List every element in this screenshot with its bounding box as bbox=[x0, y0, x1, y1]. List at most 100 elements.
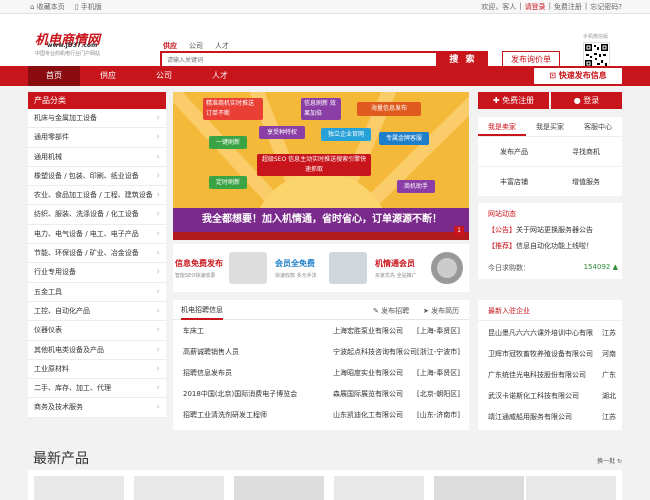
banner-card: 独立企业官网 bbox=[321, 128, 371, 141]
category-item[interactable]: 二手、库存、加工、代理 bbox=[28, 379, 166, 399]
auth-buttons: ✚ 免费注册 ● 登录 bbox=[478, 92, 622, 109]
job-row[interactable]: 招聘信息发布员 上海昭度实业有限公司 [上海-奉贤区] bbox=[173, 362, 469, 383]
value-added-link[interactable]: 增值服务 bbox=[550, 167, 622, 197]
nav-supply[interactable]: 供应 bbox=[82, 66, 134, 86]
tab-buyer[interactable]: 我是买家 bbox=[526, 117, 574, 136]
search-input[interactable] bbox=[162, 53, 436, 67]
find-opportunity-link[interactable]: 寻找商机 bbox=[550, 137, 622, 167]
arrow-up-icon: ▲ bbox=[612, 263, 618, 271]
category-item[interactable]: 五金工具 bbox=[28, 282, 166, 302]
seller-actions: 发布产品 寻找商机 丰富店铺 增值服务 bbox=[478, 137, 622, 197]
company-row[interactable]: 靖江通威船用服务有限公司 江苏 bbox=[488, 412, 616, 422]
mobile-link[interactable]: ▯ 手机版 bbox=[75, 2, 102, 12]
company-row[interactable]: 广东统佳光电科技股份有限公司 广东 bbox=[488, 370, 616, 380]
banner-card: 超级SEO 信息主动实时推送搜索引擎快速抓取 bbox=[257, 154, 371, 176]
job-row[interactable]: 高薪诚聘销售人员 宁波起点科技咨询有限公司 [浙江-宁波市] bbox=[173, 341, 469, 362]
nav-home[interactable]: 首页 bbox=[28, 66, 80, 86]
user-plus-icon: ✚ bbox=[492, 96, 500, 105]
quick-publish-button[interactable]: ⊡ 快速发布信息 bbox=[534, 68, 622, 84]
publish-product-link[interactable]: 发布产品 bbox=[478, 137, 550, 167]
company-row[interactable]: 卫辉市冠牧畜牧养殖设备有限公司 河南 bbox=[488, 349, 616, 359]
banner-card: 专属金牌客服 bbox=[379, 132, 429, 145]
register-link[interactable]: 免费注册 bbox=[554, 2, 582, 12]
divider bbox=[478, 320, 622, 321]
promo-strip: 信息免费发布 智能SEO快速收录 会员全免费 快速收款 多元手法 机情通会员 买… bbox=[173, 244, 469, 292]
banner-slogan: 我全都想要！加入机情通，省时省心，订单源源不断！ bbox=[202, 214, 442, 225]
product-image[interactable] bbox=[526, 476, 616, 500]
login-link[interactable]: 请登录 bbox=[525, 2, 546, 12]
category-item[interactable]: 行业专用设备 bbox=[28, 263, 166, 283]
banner-card: 信息刷新 效果加倍 bbox=[301, 98, 341, 120]
company-row[interactable]: 武汉卡诺斯化工科技有限公司 湖北 bbox=[488, 391, 616, 401]
logo-url: www.JD37.com bbox=[47, 42, 98, 49]
category-item[interactable]: 纺织、服装、洗涤设备 / 化工设备 bbox=[28, 205, 166, 225]
news-item[interactable]: 【公告】关于网站更换服务器公告 bbox=[488, 225, 593, 235]
bookmark-link[interactable]: ⌂ 收藏本页 bbox=[30, 2, 65, 12]
new-companies-panel: 最新入驻企业 昆山墨凡六六六课外培训中心有限 江苏 卫辉市冠牧畜牧养殖设备有限公司… bbox=[478, 300, 622, 430]
search-tab-talent[interactable]: 人才 bbox=[215, 41, 229, 51]
banner-page-indicator[interactable]: 1 bbox=[454, 226, 464, 236]
promo-item[interactable]: 会员全免费 快速收款 多元手法 bbox=[273, 250, 369, 286]
job-row[interactable]: 招聘工业清洗剂研发工程师 山东凯迪化工有限公司 [山东-济南市] bbox=[173, 404, 469, 425]
job-row[interactable]: 车床工 上海宏胜泵业有限公司 [上海-奉贤区] bbox=[173, 320, 469, 341]
edit-icon: ✎ bbox=[373, 307, 379, 315]
enrich-store-link[interactable]: 丰富店铺 bbox=[478, 167, 550, 197]
search-tab-company[interactable]: 公司 bbox=[189, 41, 203, 51]
category-item[interactable]: 工业原材料 bbox=[28, 359, 166, 380]
banner-card: 享受种特权 bbox=[259, 126, 305, 139]
send-icon: ➤ bbox=[423, 307, 429, 315]
welcome-text: 欢迎，客人 bbox=[481, 3, 517, 11]
role-tabs: 我是卖家 我是买家 客服中心 bbox=[478, 117, 622, 137]
company-row[interactable]: 昆山墨凡六六六课外培训中心有限 江苏 bbox=[488, 328, 616, 338]
category-item[interactable]: 农业、食品加工设备 / 工程、建筑设备 bbox=[28, 186, 166, 206]
product-image[interactable] bbox=[34, 476, 124, 500]
category-item[interactable]: 机床与金属加工设备 bbox=[28, 109, 166, 129]
category-item[interactable]: 电力、电气设备 / 电工、电子产品 bbox=[28, 224, 166, 245]
new-companies-title: 最新入驻企业 bbox=[488, 307, 530, 315]
post-job-link[interactable]: ✎ 发布招聘 bbox=[373, 306, 409, 316]
product-image[interactable] bbox=[434, 476, 524, 500]
refresh-icon: ↻ bbox=[616, 458, 622, 465]
news-item[interactable]: 【推荐】信息自动化功能上线啦！ bbox=[488, 241, 593, 251]
register-button[interactable]: ✚ 免费注册 bbox=[478, 92, 549, 109]
nav-company[interactable]: 公司 bbox=[138, 66, 190, 86]
category-item[interactable]: 工控、自动化产品 bbox=[28, 301, 166, 322]
promo-banner[interactable]: 精准商机实时推送 订单不断 信息刷新 效果加倍 海量信息发布 享受种特权 独立企… bbox=[173, 92, 469, 240]
category-sidebar: 产品分类 机床与金属加工设备 通用零部件 通用机械 橡塑设备 / 包装、印刷、纸… bbox=[28, 92, 166, 418]
promo-item[interactable]: 信息免费发布 智能SEO快速收录 bbox=[173, 250, 269, 286]
buy-count-label: 今日求购数： bbox=[488, 264, 530, 272]
logo-slogan: 中国专业的机电行业门户网站 bbox=[35, 51, 101, 57]
forgot-password-link[interactable]: 忘记密码? bbox=[590, 2, 622, 12]
product-image[interactable] bbox=[234, 476, 324, 500]
logo[interactable]: 机电商情网 www.JD37.com 中国专业的机电行业门户网站 bbox=[35, 29, 117, 57]
phone-icon: ▯ bbox=[74, 3, 79, 11]
machine-image bbox=[329, 252, 367, 284]
header: 机电商情网 www.JD37.com 中国专业的机电行业门户网站 供应 公司 人… bbox=[0, 14, 650, 69]
product-image[interactable] bbox=[334, 476, 424, 500]
category-item[interactable]: 节能、环保设备 / 矿业、冶金设备 bbox=[28, 244, 166, 264]
tab-seller[interactable]: 我是卖家 bbox=[478, 117, 526, 136]
jobs-panel: 机电招聘信息 ✎ 发布招聘 ➤ 发布简历 车床工 上海宏胜泵业有限公司 [上海-奉贤… bbox=[173, 300, 469, 430]
search-tab-supply[interactable]: 供应 bbox=[163, 41, 177, 51]
jobs-header: 机电招聘信息 ✎ 发布招聘 ➤ 发布简历 bbox=[173, 300, 469, 320]
category-item[interactable]: 橡塑设备 / 包装、印刷、纸业设备 bbox=[28, 166, 166, 187]
login-button[interactable]: ● 登录 bbox=[551, 92, 622, 109]
banner-card: 海量信息发布 bbox=[357, 102, 421, 116]
qr-label: 手机微信版 bbox=[583, 34, 609, 40]
post-resume-link[interactable]: ➤ 发布简历 bbox=[423, 306, 459, 316]
category-title: 产品分类 bbox=[28, 92, 166, 109]
job-row[interactable]: 2018中国(北京)国际消费电子博览会 森展国际展览有限公司 [北京-朝阳区] bbox=[173, 383, 469, 404]
search-tabs: 供应 公司 人才 bbox=[163, 41, 229, 51]
category-item[interactable]: 仪器仪表 bbox=[28, 321, 166, 341]
product-image[interactable] bbox=[134, 476, 224, 500]
tab-service[interactable]: 客服中心 bbox=[574, 117, 622, 136]
nav-talent[interactable]: 人才 bbox=[194, 66, 246, 86]
machine-image bbox=[229, 252, 267, 284]
category-item[interactable]: 其他机电类设备及产品 bbox=[28, 340, 166, 360]
banner-card: 一键刷新 bbox=[209, 136, 247, 149]
promo-item[interactable]: 机情通会员 买家优先 全站推广 bbox=[373, 250, 469, 286]
refresh-products-link[interactable]: 换一批 ↻ bbox=[597, 456, 622, 465]
category-item[interactable]: 通用机械 bbox=[28, 147, 166, 167]
category-item[interactable]: 通用零部件 bbox=[28, 128, 166, 148]
category-item[interactable]: 商务及技术服务 bbox=[28, 398, 166, 418]
